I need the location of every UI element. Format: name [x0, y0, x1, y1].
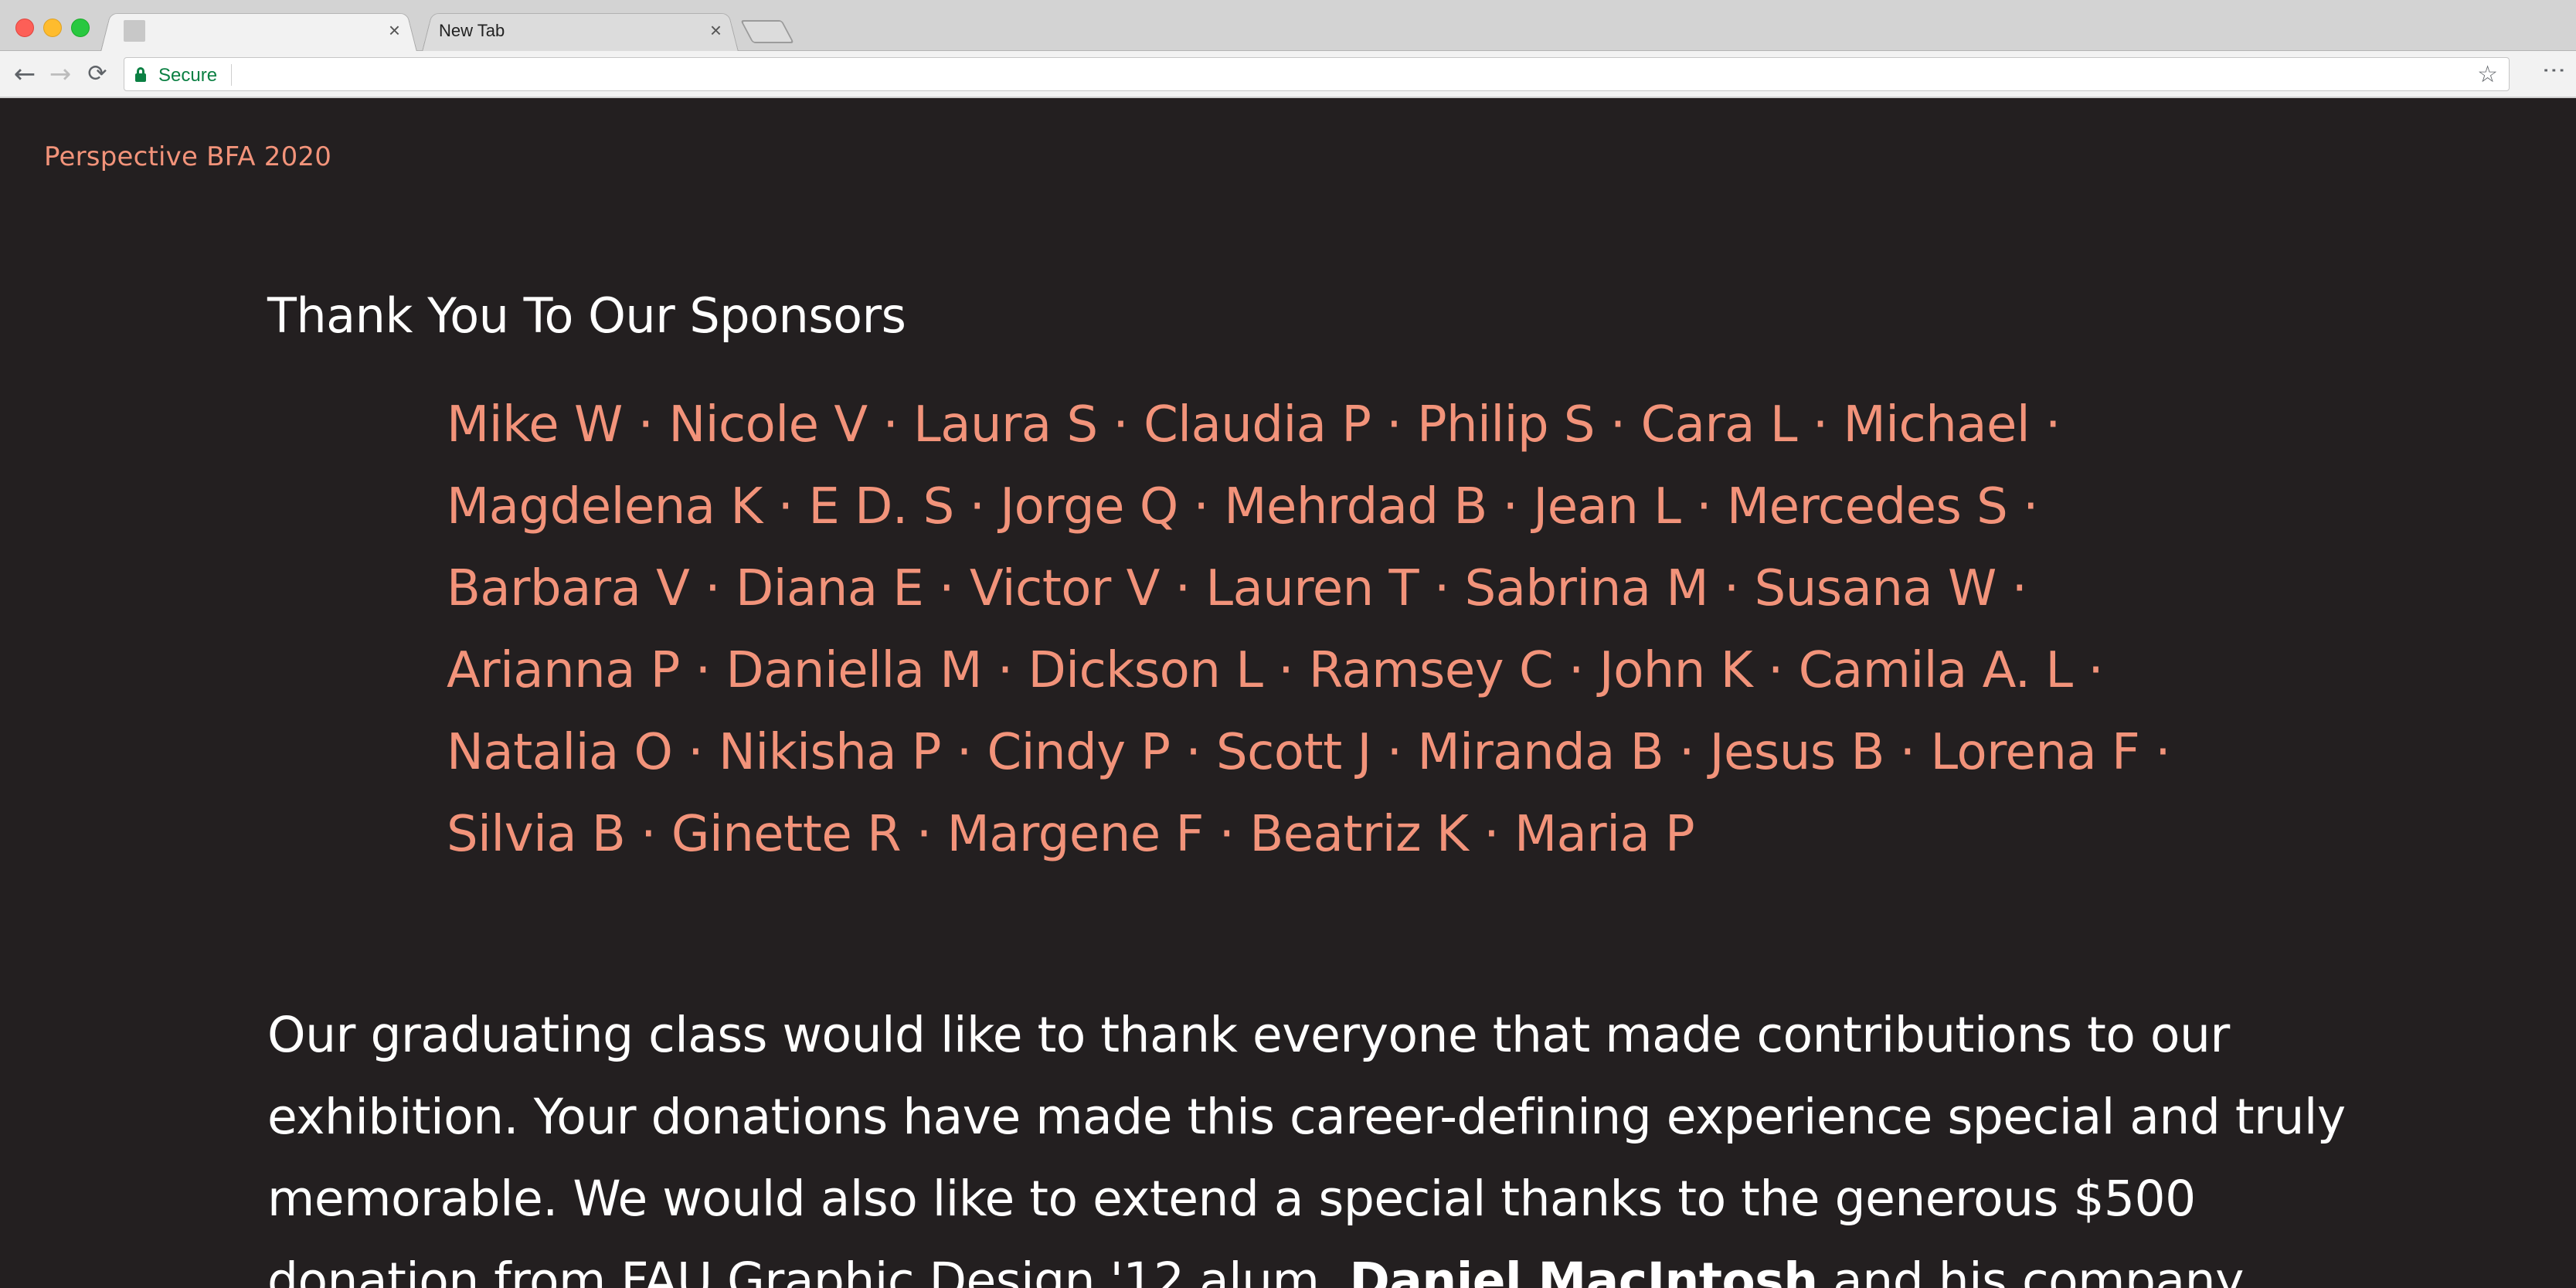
sponsors-heading: Thank You To Our Sponsors — [267, 287, 906, 344]
star-icon[interactable]: ☆ — [2477, 61, 2498, 88]
paragraph-line: exhibition. Your donations have made thi… — [267, 1089, 2346, 1145]
sponsor-line: Barbara V · Diana E · Victor V · Lauren … — [447, 560, 2027, 617]
menu-icon[interactable]: ⋮ — [2540, 59, 2568, 77]
reload-icon[interactable]: ⟳ — [82, 59, 113, 90]
sponsor-line: Natalia O · Nikisha P · Cindy P · Scott … — [447, 724, 2171, 781]
sponsor-line: Magdelena K · E D. S · Jorge Q · Mehrdad… — [447, 478, 2038, 535]
sponsor-list: Mike W · Nicole V · Laura S · Claudia P … — [447, 384, 2224, 875]
security-label: Secure — [158, 65, 218, 86]
tab-strip: × New Tab × — [0, 0, 2576, 52]
forward-arrow-icon[interactable]: → — [45, 59, 76, 90]
close-window-button[interactable] — [15, 19, 34, 37]
page-content: Perspective BFA 2020 Thank You To Our Sp… — [0, 98, 2576, 1288]
tab-label: New Tab — [439, 21, 505, 40]
sponsor-line: Arianna P · Daniella M · Dickson L · Ram… — [447, 642, 2104, 699]
paragraph-line: Our graduating class would like to thank… — [267, 1007, 2230, 1063]
back-arrow-icon[interactable]: ← — [9, 59, 40, 90]
maximize-window-button[interactable] — [71, 19, 90, 37]
address-divider — [231, 64, 232, 86]
page-favicon-icon — [124, 20, 145, 42]
donor-name: Daniel MacIntosh — [1349, 1252, 1819, 1288]
sponsor-line: Silvia B · Ginette R · Margene F · Beatr… — [447, 806, 1695, 863]
paragraph-line: memorable. We would also like to extend … — [267, 1171, 2196, 1227]
browser-toolbar: ← → ⟳ Secure ☆ ⋮ — [0, 51, 2576, 98]
tab-current[interactable]: × — [100, 9, 417, 52]
tab-close-icon[interactable]: × — [710, 19, 722, 42]
browser-chrome: × New Tab × ← → ⟳ Secure ☆ ⋮ — [0, 0, 2576, 98]
paragraph-text: donation from FAU Graphic Design '12 alu… — [267, 1252, 1350, 1288]
lock-icon — [135, 67, 146, 82]
tab-new-tab[interactable]: New Tab × — [422, 9, 739, 52]
sponsor-line: Mike W · Nicole V · Laura S · Claudia P … — [447, 396, 2061, 454]
paragraph-line: donation from FAU Graphic Design '12 alu… — [267, 1240, 2245, 1288]
tab-close-icon[interactable]: × — [389, 19, 400, 42]
thank-you-paragraph: Our graduating class would like to thank… — [267, 994, 2346, 1288]
minimize-window-button[interactable] — [43, 19, 62, 37]
address-bar[interactable]: Secure ☆ — [124, 57, 2510, 91]
new-tab-button[interactable] — [740, 20, 794, 43]
site-title[interactable]: Perspective BFA 2020 — [44, 141, 331, 172]
paragraph-text: and his company — [1817, 1252, 2244, 1288]
